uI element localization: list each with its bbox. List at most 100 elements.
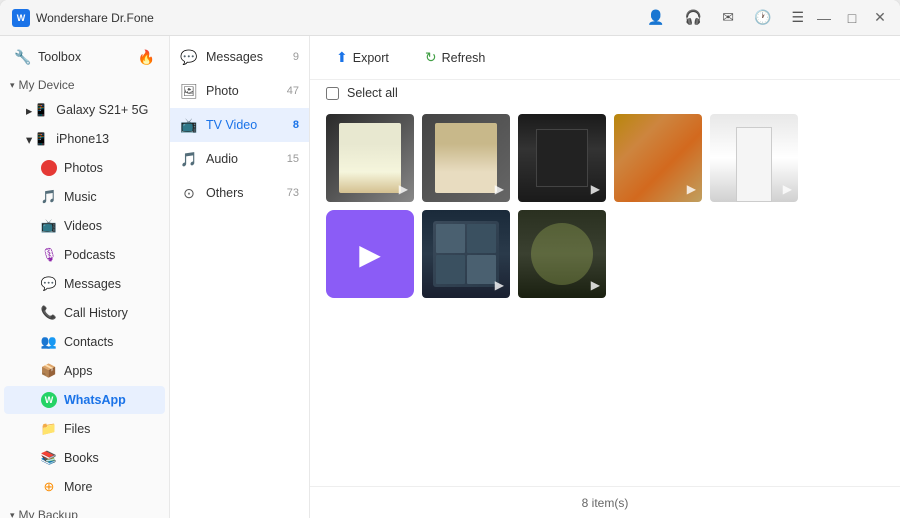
menu-icon[interactable]: ☰ xyxy=(791,9,804,26)
sidebar-item-photos[interactable]: Photos xyxy=(4,154,165,182)
item-count: 8 item(s) xyxy=(582,496,629,510)
video-thumb-3[interactable]: ▶ xyxy=(518,114,606,202)
more-icon: ⊕ xyxy=(40,478,58,496)
sidebar-label-galaxy: Galaxy S21+ 5G xyxy=(56,103,148,117)
sidebar-item-my-backup[interactable]: ▾ My Backup xyxy=(0,502,169,518)
podcasts-icon: 🎙 xyxy=(40,246,58,264)
mid-label-others: Others xyxy=(206,186,244,200)
music-icon: 🎵 xyxy=(40,188,58,206)
sidebar-label-whatsapp: WhatsApp xyxy=(64,393,126,407)
play-icon-1: ▶ xyxy=(399,182,408,196)
select-all-label[interactable]: Select all xyxy=(347,86,398,100)
mid-item-photo[interactable]: 🖼 Photo 47 xyxy=(170,74,309,108)
mid-messages-icon: 💬 xyxy=(180,48,198,66)
sidebar-label-call-history: Call History xyxy=(64,306,128,320)
mid-item-others[interactable]: ⊙ Others 73 xyxy=(170,176,309,210)
profile-icon[interactable]: 👤 xyxy=(647,9,664,26)
mid-count-tv-video: 8 xyxy=(293,119,299,131)
sidebar-item-files[interactable]: 📁 Files xyxy=(4,415,165,443)
books-icon: 📚 xyxy=(40,449,58,467)
mid-item-messages[interactable]: 💬 Messages 9 xyxy=(170,40,309,74)
mid-photo-icon: 🖼 xyxy=(180,82,198,100)
maximize-button[interactable]: □ xyxy=(844,10,860,26)
content-area: ⬆ Export ↻ Refresh Select all xyxy=(310,36,900,518)
photos-icon xyxy=(40,159,58,177)
mid-item-tv-video[interactable]: 📺 TV Video 8 xyxy=(170,108,309,142)
sidebar-label-apps: Apps xyxy=(64,364,93,378)
app-title: Wondershare Dr.Fone xyxy=(36,11,639,25)
sidebar-item-iphone13[interactable]: ▾ 📱 iPhone13 xyxy=(4,125,165,153)
sidebar-item-podcasts[interactable]: 🎙 Podcasts xyxy=(4,241,165,269)
export-label: Export xyxy=(353,51,389,65)
content-toolbar: ⬆ Export ↻ Refresh xyxy=(310,36,900,80)
video-thumb-6[interactable]: ▶ xyxy=(422,210,510,298)
apps-icon: 📦 xyxy=(40,362,58,380)
call-history-icon: 📞 xyxy=(40,304,58,322)
sidebar-label-toolbox: Toolbox xyxy=(38,50,81,64)
backup-arrow-icon: ▾ xyxy=(10,510,15,518)
export-button[interactable]: ⬆ Export xyxy=(326,44,399,71)
contacts-icon: 👥 xyxy=(40,333,58,351)
sidebar-item-my-device[interactable]: ▾ My Device xyxy=(0,72,169,95)
mid-audio-icon: 🎵 xyxy=(180,150,198,168)
sidebar-item-call-history[interactable]: 📞 Call History xyxy=(4,299,165,327)
sidebar-item-videos[interactable]: 📺 Videos xyxy=(4,212,165,240)
app-logo: W xyxy=(12,9,30,27)
video-thumb-1[interactable]: ▶ xyxy=(326,114,414,202)
arrow-icon: ▾ xyxy=(10,80,15,91)
play-icon-4: ▶ xyxy=(687,182,696,196)
sidebar-label-podcasts: Podcasts xyxy=(64,248,115,262)
play-icon-5: ▶ xyxy=(783,182,792,196)
mid-label-photo: Photo xyxy=(206,84,239,98)
headset-icon[interactable]: 🎧 xyxy=(685,9,702,26)
refresh-button[interactable]: ↻ Refresh xyxy=(415,44,496,71)
mid-count-messages: 9 xyxy=(293,51,299,63)
file-play-icon: ▶ xyxy=(359,238,381,271)
play-icon-3: ▶ xyxy=(591,182,600,196)
sidebar-label-photos: Photos xyxy=(64,161,103,175)
sidebar-item-music[interactable]: 🎵 Music xyxy=(4,183,165,211)
mail-icon[interactable]: ✉ xyxy=(722,9,734,26)
video-thumb-2[interactable]: ▶ xyxy=(422,114,510,202)
play-icon-7: ▶ xyxy=(591,278,600,292)
sidebar-label-more: More xyxy=(64,480,92,494)
messages-icon: 💬 xyxy=(40,275,58,293)
sidebar-label-messages: Messages xyxy=(64,277,121,291)
galaxy-icon: 📱 xyxy=(32,101,50,119)
refresh-icon: ↻ xyxy=(425,49,437,66)
play-icon-2: ▶ xyxy=(495,182,504,196)
sidebar-item-messages[interactable]: 💬 Messages xyxy=(4,270,165,298)
video-thumb-7[interactable]: ▶ xyxy=(518,210,606,298)
export-icon: ⬆ xyxy=(336,49,348,66)
select-all-checkbox[interactable] xyxy=(326,87,339,100)
video-thumb-4[interactable]: ▶ xyxy=(614,114,702,202)
minimize-button[interactable]: — xyxy=(816,10,832,26)
select-all-row: Select all xyxy=(310,80,900,106)
sidebar-item-more[interactable]: ⊕ More xyxy=(4,473,165,501)
mid-count-photo: 47 xyxy=(287,85,299,97)
sidebar-item-contacts[interactable]: 👥 Contacts xyxy=(4,328,165,356)
mid-label-audio: Audio xyxy=(206,152,238,166)
mid-count-others: 73 xyxy=(287,187,299,199)
video-thumb-file[interactable]: ▶ ● xyxy=(326,210,414,298)
content-footer: 8 item(s) xyxy=(310,486,900,518)
close-button[interactable]: ✕ xyxy=(872,10,888,26)
sidebar-item-apps[interactable]: 📦 Apps xyxy=(4,357,165,385)
sidebar-label-my-backup: My Backup xyxy=(19,508,78,518)
toolbox-icon: 🔧 xyxy=(14,48,32,66)
sidebar-item-galaxy[interactable]: ▸ 📱 Galaxy S21+ 5G xyxy=(4,96,165,124)
middle-panel: 💬 Messages 9 🖼 Photo 47 📺 TV Video 8 🎵 xyxy=(170,36,310,518)
mid-count-audio: 15 xyxy=(287,153,299,165)
whatsapp-icon: W xyxy=(40,391,58,409)
files-icon: 📁 xyxy=(40,420,58,438)
video-thumb-5[interactable]: ▶ xyxy=(710,114,798,202)
play-icon-6: ▶ xyxy=(495,278,504,292)
sidebar-item-toolbox[interactable]: 🔧 Toolbox 🔥 xyxy=(4,43,165,71)
mid-label-tv-video: TV Video xyxy=(206,118,257,132)
sidebar-item-books[interactable]: 📚 Books xyxy=(4,444,165,472)
fire-icon: 🔥 xyxy=(138,49,155,66)
history-icon[interactable]: 🕐 xyxy=(754,9,771,26)
sidebar-label-videos: Videos xyxy=(64,219,102,233)
mid-item-audio[interactable]: 🎵 Audio 15 xyxy=(170,142,309,176)
sidebar-item-whatsapp[interactable]: W WhatsApp xyxy=(4,386,165,414)
